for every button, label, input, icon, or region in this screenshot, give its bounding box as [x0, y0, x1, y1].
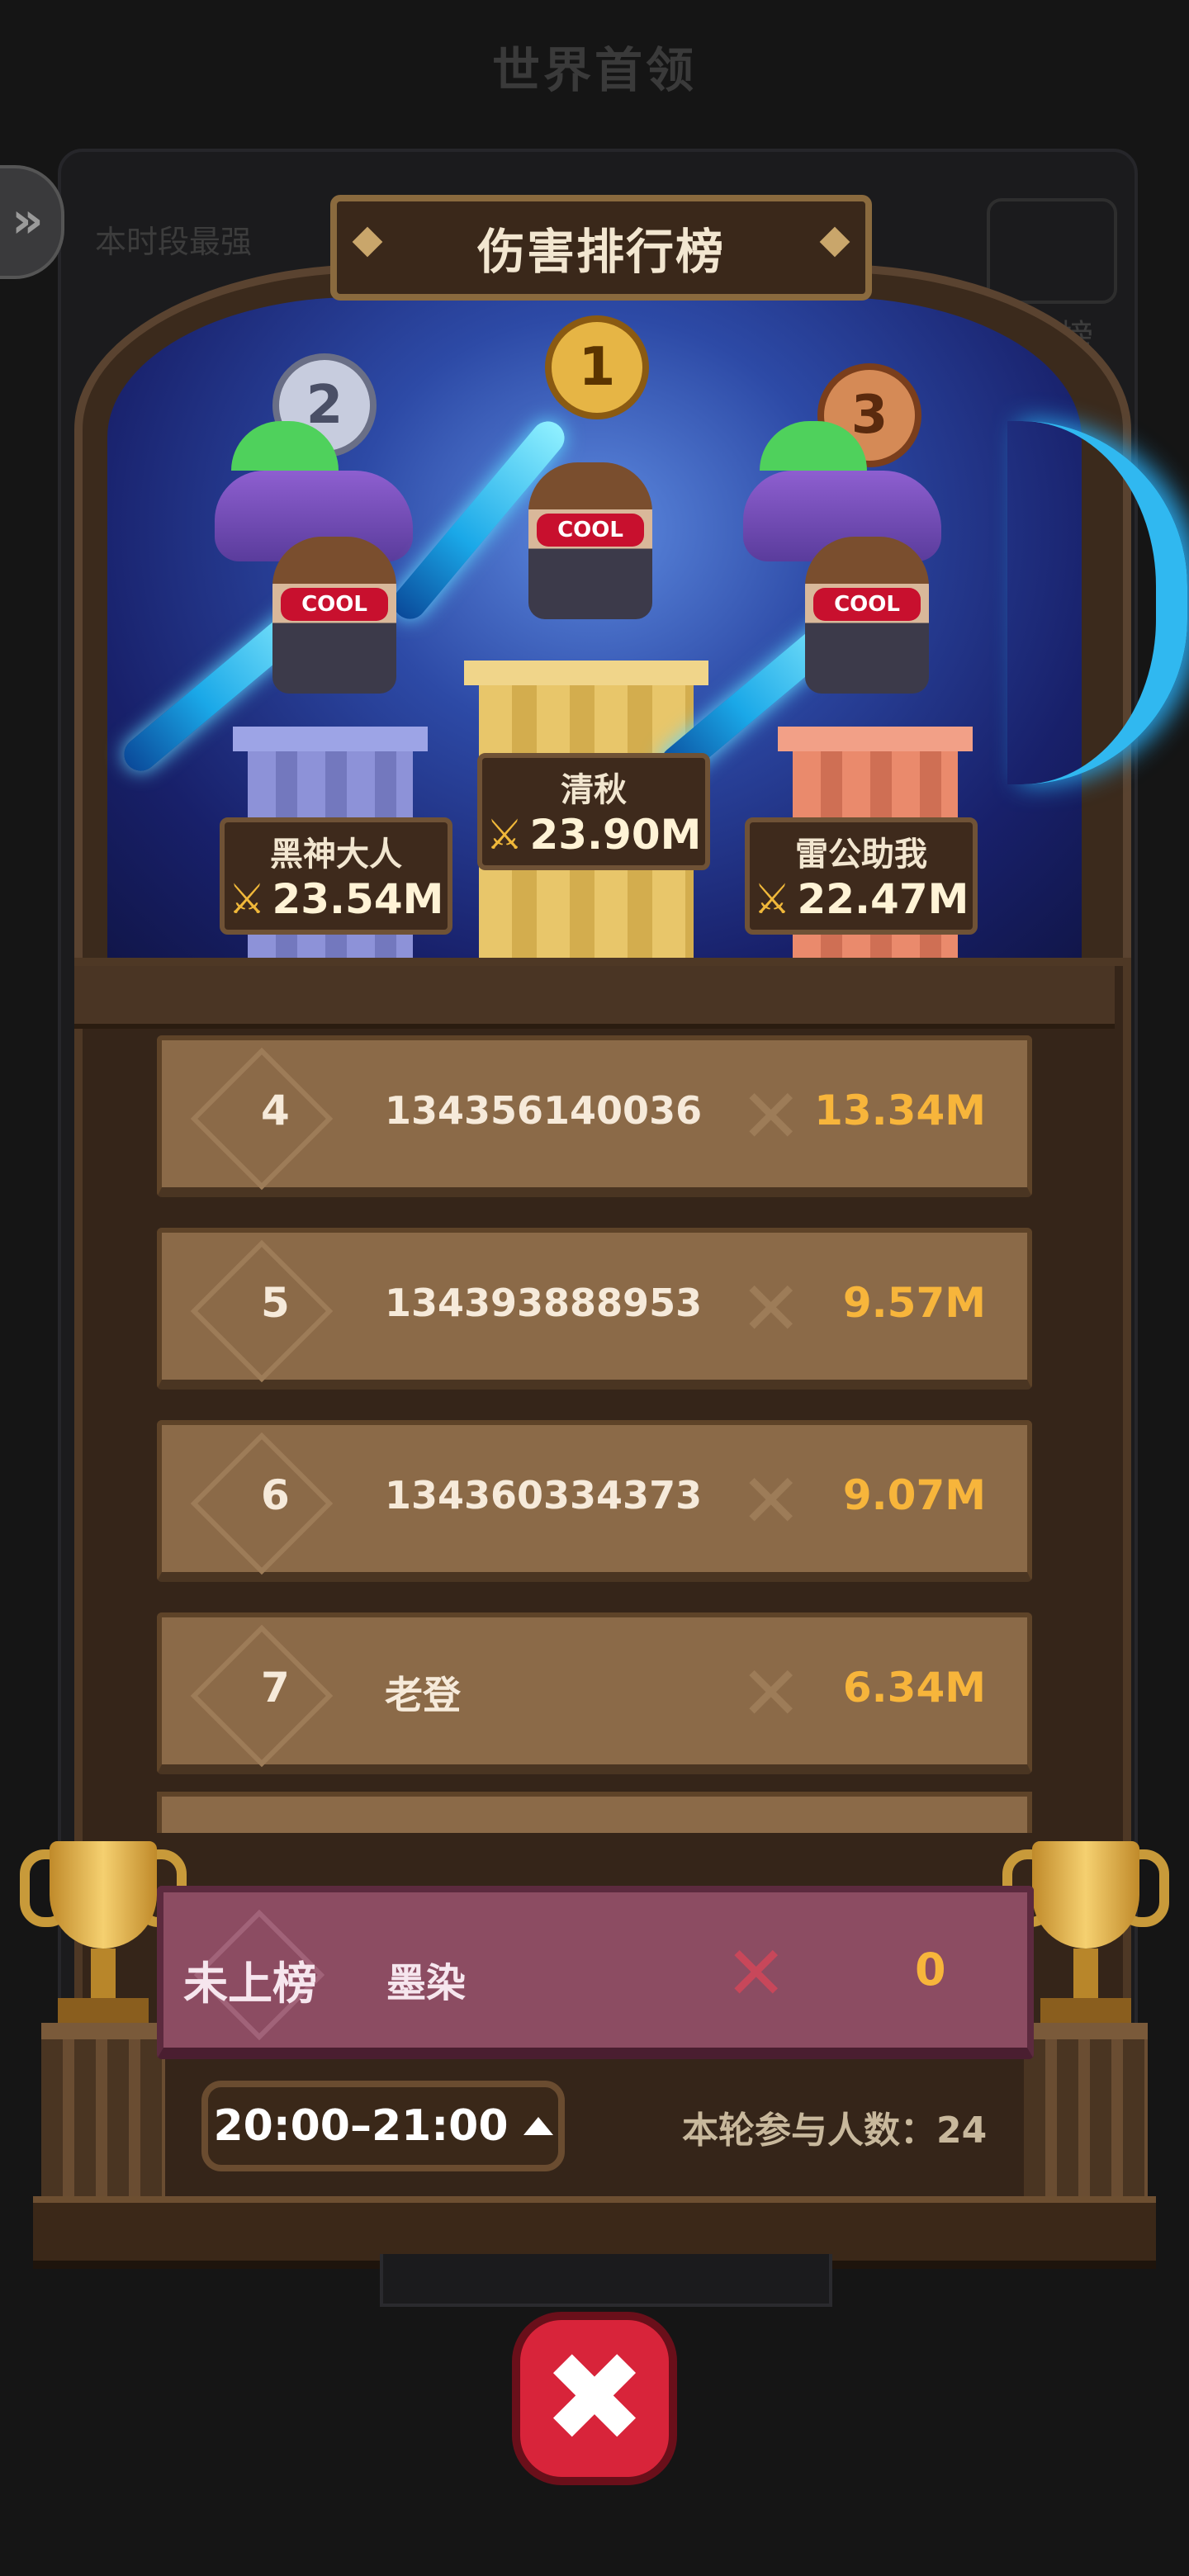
time-slot-label: 20:00–21:00 — [213, 2101, 509, 2151]
background-panel-bottom — [380, 2254, 832, 2307]
crossed-swords-icon: ✕ — [740, 1458, 803, 1545]
crossed-swords-icon: ✕ — [740, 1650, 803, 1737]
scythe-icon — [1007, 421, 1187, 784]
list-item[interactable]: 6 134360334373 ✕ 9.07M — [157, 1420, 1032, 1582]
leaderboard-title: 伤害排行榜 — [476, 224, 725, 280]
hero-avatar-rank-1[interactable]: COOL — [528, 462, 652, 619]
my-rank-status: 未上榜 — [183, 1958, 317, 2010]
rank-number: 5 — [261, 1279, 290, 1327]
background-hint: 本时段最强 — [95, 224, 253, 260]
list-item-partial — [157, 1792, 1032, 1833]
list-item[interactable]: 7 老登 ✕ 6.34M — [157, 1612, 1032, 1774]
double-chevron-icon: » — [12, 192, 44, 249]
damage-value: 22.47M — [797, 875, 969, 923]
podium-card-rank-1: 清秋 ⚔ 23.90M — [477, 753, 710, 870]
crossed-swords-icon: ⚔ — [753, 875, 791, 923]
rank-number: 4 — [261, 1087, 290, 1134]
crossed-swords-icon: ⚔ — [486, 811, 523, 859]
damage-value: 9.07M — [842, 1471, 986, 1519]
damage-value: 6.34M — [842, 1664, 986, 1712]
diamond-ornament-icon — [819, 226, 850, 258]
diamond-ornament-icon — [352, 226, 383, 258]
close-button[interactable]: ✖ — [512, 2312, 677, 2485]
player-name: 老登 — [385, 1673, 461, 1717]
player-name: 134393888953 — [385, 1281, 703, 1325]
player-name: 134356140036 — [385, 1088, 703, 1133]
hero-avatar-rank-3[interactable]: COOL — [805, 537, 929, 694]
damage-value: 9.57M — [842, 1279, 986, 1327]
title-banner: 伤害排行榜 — [330, 195, 872, 301]
crossed-swords-icon: ✕ — [740, 1266, 803, 1352]
crossed-swords-icon: ✕ — [725, 1930, 788, 2017]
player-name: 134360334373 — [385, 1473, 703, 1518]
damage-value: 13.34M — [814, 1087, 986, 1134]
podium-card-rank-2: 黑神大人 ⚔ 23.54M — [220, 817, 452, 935]
rank-number: 7 — [261, 1664, 290, 1712]
damage-value: 23.90M — [529, 811, 702, 859]
caret-up-icon — [523, 2117, 553, 2135]
crossed-swords-icon: ⚔ — [228, 875, 266, 923]
player-name: 雷公助我 — [795, 836, 927, 874]
damage-value: 23.54M — [272, 875, 444, 923]
list-item[interactable]: 4 134356140036 ✕ 13.34M — [157, 1035, 1032, 1197]
my-ranking-row[interactable]: 未上榜 墨染 ✕ 0 — [157, 1886, 1034, 2059]
background-trophy-box — [987, 198, 1117, 304]
hero-avatar-rank-2[interactable]: COOL — [272, 537, 396, 694]
player-name: 黑神大人 — [270, 836, 402, 874]
podium-card-rank-3: 雷公助我 ⚔ 22.47M — [745, 817, 978, 935]
participant-count: 本轮参与人数：24 — [682, 2110, 988, 2152]
close-icon: ✖ — [542, 2327, 647, 2470]
player-name: 清秋 — [561, 771, 627, 809]
decorative-rail — [74, 966, 1115, 1029]
gold-medal-icon: 1 — [545, 315, 649, 419]
crossed-swords-icon: ✕ — [740, 1073, 803, 1160]
world-boss-title: 世界首领 — [491, 42, 697, 98]
my-damage-value: 0 — [915, 1944, 946, 1996]
side-expand-button[interactable]: » — [0, 165, 64, 279]
rank-number: 6 — [261, 1471, 290, 1519]
my-player-name: 墨染 — [386, 1960, 467, 2006]
time-slot-selector[interactable]: 20:00–21:00 — [201, 2081, 565, 2171]
ranking-list[interactable]: 4 134356140036 ✕ 13.34M 5 134393888953 ✕… — [124, 1024, 1065, 1833]
list-item[interactable]: 5 134393888953 ✕ 9.57M — [157, 1228, 1032, 1390]
